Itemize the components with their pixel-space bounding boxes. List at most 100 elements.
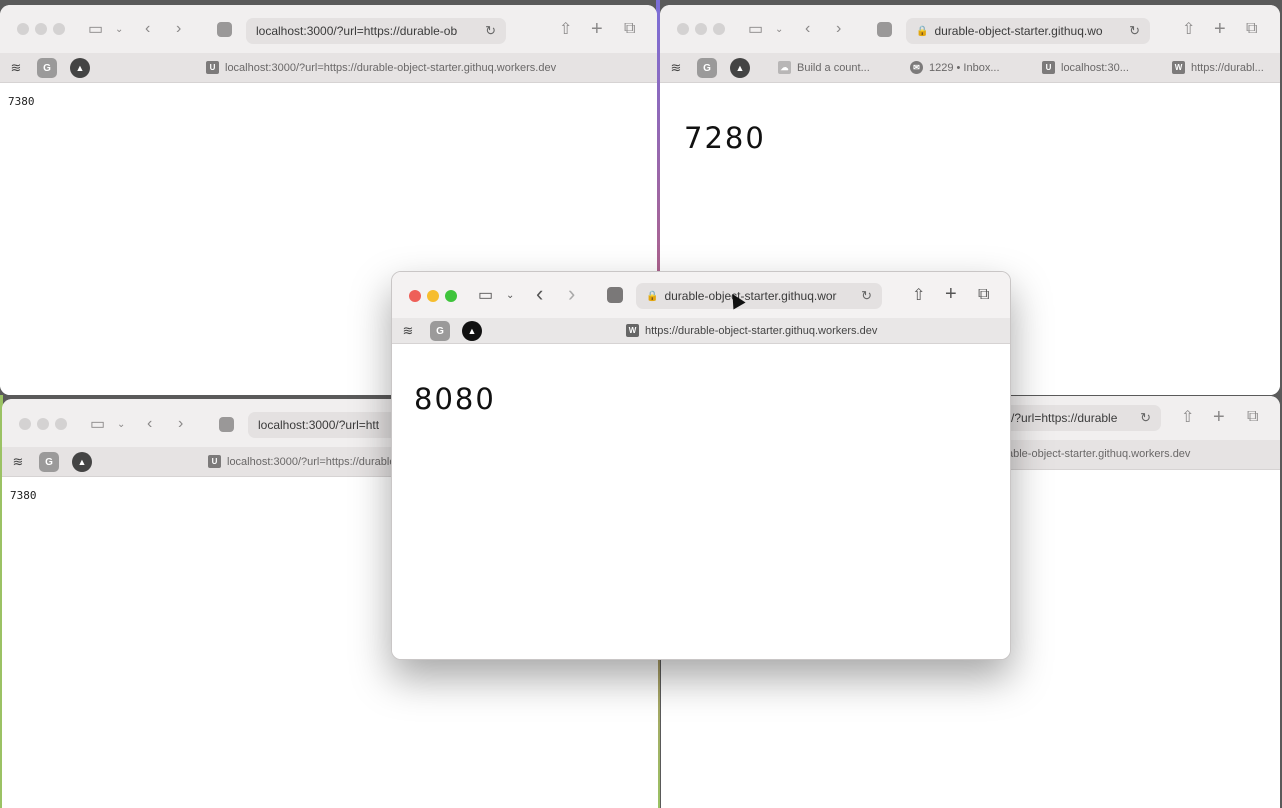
address-bar[interactable]: /?url=https://durable ↻ — [1001, 405, 1161, 431]
tabs-overview-icon[interactable]: ⧉ — [978, 285, 989, 305]
tab-title: 1229 • Inbox... — [929, 61, 1000, 74]
share-icon[interactable]: ⇧ — [1181, 407, 1194, 427]
sidebar-icon[interactable]: ▭ — [748, 19, 763, 39]
grey-extension-icon[interactable]: G — [39, 452, 59, 472]
address-text: /?url=https://durable — [1011, 411, 1118, 425]
chevron-right-icon[interactable]: › — [836, 19, 841, 39]
layers-icon[interactable]: ≋ — [666, 58, 686, 78]
tab-title: localhost:30... — [1061, 61, 1129, 74]
page-content: 8080 — [392, 344, 1010, 659]
chevron-left-icon[interactable]: ‹ — [805, 19, 810, 39]
plus-icon[interactable]: + — [1214, 18, 1226, 40]
chevron-down-icon[interactable]: ⌄ — [115, 19, 123, 39]
address-text: localhost:3000/?url=htt — [258, 418, 380, 432]
share-icon[interactable]: ⇧ — [1182, 19, 1195, 39]
mail-icon: ✉ — [910, 61, 923, 74]
chevron-right-icon[interactable]: › — [568, 281, 575, 306]
chevron-left-icon[interactable]: ‹ — [145, 19, 150, 39]
address-text: localhost:3000/?url=https://durable-ob — [256, 24, 458, 38]
page-favicon-icon: U — [208, 455, 221, 468]
tab-title: localhost:3000/?url=https://durable — [227, 455, 396, 468]
address-bar[interactable]: localhost:3000/?url=htt — [248, 412, 408, 438]
share-icon[interactable]: ⇧ — [912, 285, 925, 305]
sidebar-icon[interactable]: ▭ — [88, 19, 103, 39]
tab-inbox[interactable]: ✉ 1229 • Inbox... — [910, 61, 1000, 74]
active-tab[interactable]: U localhost:3000/?url=https://durable — [208, 455, 395, 468]
triangle-extension-icon[interactable]: ▲ — [70, 58, 90, 78]
chevron-right-icon[interactable]: › — [176, 19, 181, 39]
tabs-overview-icon[interactable]: ⧉ — [1247, 407, 1258, 427]
grey-extension-icon[interactable]: G — [430, 321, 450, 341]
tab-title: https://durabl... — [1191, 61, 1264, 74]
lock-icon: 🔒 — [646, 290, 659, 302]
sidebar-icon[interactable]: ▭ — [478, 285, 493, 305]
tab-title: https://durable-object-starter.githuq.wo… — [645, 324, 878, 337]
chevron-down-icon[interactable]: ⌄ — [117, 414, 125, 434]
page-favicon-icon: U — [206, 61, 219, 74]
tab-localhost[interactable]: U localhost:30... — [1042, 61, 1129, 74]
tab-build-a-counter[interactable]: ☁ Build a count... — [778, 61, 870, 74]
reload-icon[interactable]: ↻ — [1140, 410, 1151, 426]
counter-value: 8080 — [414, 382, 496, 416]
address-bar[interactable]: localhost:3000/?url=https://durable-ob ↻ — [246, 18, 506, 44]
layers-icon[interactable]: ≋ — [6, 58, 26, 78]
active-tab[interactable]: W https://durable-object-starter.githuq.… — [626, 324, 877, 337]
grey-extension-icon[interactable]: G — [697, 58, 717, 78]
plus-icon[interactable]: + — [591, 18, 603, 40]
chevron-right-icon[interactable]: › — [178, 414, 183, 434]
address-bar[interactable]: 🔒 durable-object-starter.githuq.wor ↻ — [636, 283, 882, 309]
window-controls[interactable] — [409, 290, 457, 302]
address-bar[interactable]: 🔒 durable-object-starter.githuq.wo ↻ — [906, 18, 1150, 44]
extension-icon[interactable] — [216, 19, 232, 39]
tab-bar: ≋ G ▲ W https://durable-object-starter.g… — [392, 318, 1010, 344]
title-bar: ▭ ⌄ ‹ › localhost:3000/?url=https://dura… — [0, 5, 657, 53]
active-tab[interactable]: U localhost:3000/?url=https://durable-ob… — [206, 61, 556, 74]
plus-icon[interactable]: + — [945, 283, 957, 305]
plus-icon[interactable]: + — [1213, 406, 1225, 428]
reload-icon[interactable]: ↻ — [485, 23, 496, 39]
reload-icon[interactable]: ↻ — [1129, 23, 1140, 39]
address-text: durable-object-starter.githuq.wor — [664, 289, 837, 303]
window-controls[interactable] — [17, 23, 65, 35]
browser-window-focused[interactable]: ▭ ⌄ ‹ › 🔒 durable-object-starter.githuq.… — [391, 271, 1011, 660]
tab-durable[interactable]: W https://durabl... — [1172, 61, 1264, 74]
chevron-left-icon[interactable]: ‹ — [536, 281, 543, 306]
chevron-left-icon[interactable]: ‹ — [147, 414, 152, 434]
window-controls[interactable] — [19, 418, 67, 430]
triangle-extension-icon[interactable]: ▲ — [462, 321, 482, 341]
address-text: durable-object-starter.githuq.wo — [934, 24, 1103, 38]
tab-bar: ≋ G ▲ U localhost:3000/?url=https://dura… — [0, 53, 657, 83]
tab-bar: ≋ G ▲ ☁ Build a count... ✉ 1229 • Inbox.… — [660, 53, 1280, 83]
layers-icon[interactable]: ≋ — [398, 321, 418, 341]
grey-extension-icon[interactable]: G — [37, 58, 57, 78]
extension-icon[interactable] — [607, 285, 623, 305]
sidebar-icon[interactable]: ▭ — [90, 414, 105, 434]
counter-value: 7380 — [8, 95, 35, 108]
triangle-extension-icon[interactable]: ▲ — [72, 452, 92, 472]
page-favicon-icon: U — [1042, 61, 1055, 74]
tab-title: localhost:3000/?url=https://durable-obje… — [225, 61, 557, 74]
title-bar: ▭ ⌄ ‹ › 🔒 durable-object-starter.githuq.… — [660, 5, 1280, 53]
tab-title: Build a count... — [797, 61, 870, 74]
zoom-button[interactable] — [445, 290, 457, 302]
workers-favicon-icon: W — [626, 324, 639, 337]
chevron-down-icon[interactable]: ⌄ — [506, 285, 514, 305]
counter-value: 7280 — [684, 121, 766, 155]
lock-icon: 🔒 — [916, 25, 929, 37]
tabs-overview-icon[interactable]: ⧉ — [1246, 19, 1257, 39]
window-controls[interactable] — [677, 23, 725, 35]
workers-favicon-icon: W — [1172, 61, 1185, 74]
tabs-overview-icon[interactable]: ⧉ — [624, 19, 635, 39]
share-icon[interactable]: ⇧ — [559, 19, 572, 39]
triangle-extension-icon[interactable]: ▲ — [730, 58, 750, 78]
minimize-button[interactable] — [427, 290, 439, 302]
title-bar: ▭ ⌄ ‹ › 🔒 durable-object-starter.githuq.… — [392, 272, 1010, 318]
layers-icon[interactable]: ≋ — [8, 452, 28, 472]
active-tab[interactable]: able-object-starter.githuq.workers.dev — [1007, 448, 1190, 460]
chevron-down-icon[interactable]: ⌄ — [775, 19, 783, 39]
extension-icon[interactable] — [876, 19, 892, 39]
close-button[interactable] — [409, 290, 421, 302]
extension-icon[interactable] — [218, 414, 234, 434]
reload-icon[interactable]: ↻ — [861, 288, 872, 304]
cloud-icon: ☁ — [778, 61, 791, 74]
